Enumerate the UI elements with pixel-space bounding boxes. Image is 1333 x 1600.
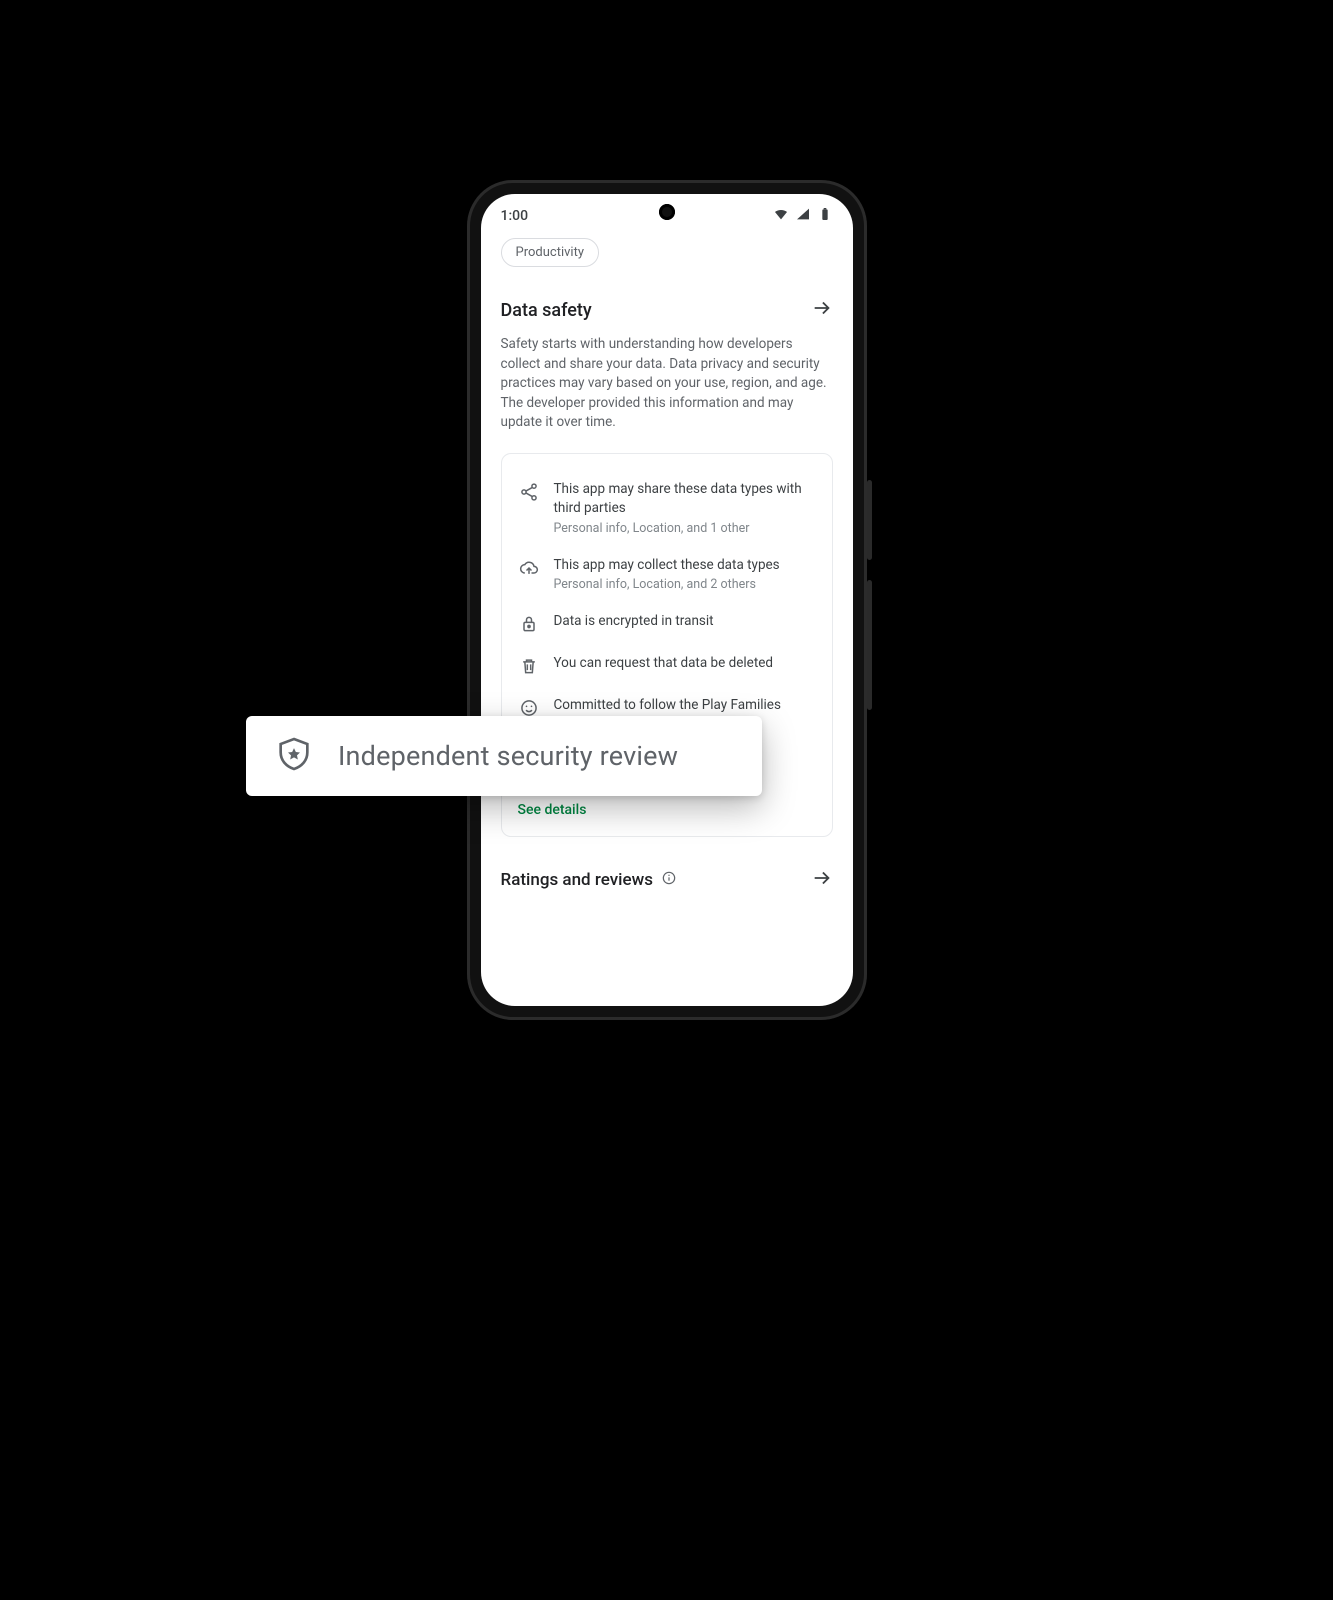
info-icon[interactable] [661, 870, 677, 890]
cloud-upload-icon [518, 556, 540, 578]
data-safety-body: Safety starts with understanding how dev… [501, 335, 833, 433]
safety-row-collect: This app may collect these data types Pe… [518, 546, 816, 603]
camera-punch-hole [659, 204, 675, 220]
safety-row-title: This app may collect these data types [554, 556, 816, 575]
safety-row-delete: You can request that data be deleted [518, 644, 816, 686]
safety-row-title: Data is encrypted in transit [554, 612, 816, 631]
safety-row-title: This app may share these data types with… [554, 480, 816, 518]
arrow-right-icon[interactable] [811, 867, 833, 893]
phone-frame: 1:00 Productivity [467, 180, 867, 1020]
category-chip-row: Productivity [481, 232, 853, 279]
data-safety-title: Data safety [501, 300, 592, 321]
safety-row-share: This app may share these data types with… [518, 470, 816, 546]
ratings-section[interactable]: Ratings and reviews [481, 837, 853, 913]
trash-icon [518, 654, 540, 676]
category-chip-productivity[interactable]: Productivity [501, 238, 599, 267]
status-time: 1:00 [501, 208, 529, 224]
safety-row-title: You can request that data be deleted [554, 654, 816, 673]
phone-screen: 1:00 Productivity [481, 194, 853, 1006]
see-details-link[interactable]: See details [518, 802, 816, 818]
safety-row-sub: Personal info, Location, and 1 other [554, 521, 816, 536]
ratings-title: Ratings and reviews [501, 870, 653, 890]
lock-icon [518, 612, 540, 634]
callout-label: Independent security review [338, 740, 678, 772]
signal-icon [795, 206, 811, 226]
shield-star-icon [274, 734, 314, 778]
share-icon [518, 480, 540, 502]
wifi-icon [773, 206, 789, 226]
arrow-right-icon[interactable] [811, 297, 833, 323]
data-safety-section: Data safety Safety starts with understan… [481, 279, 853, 433]
battery-icon [817, 206, 833, 226]
safety-row-encrypted: Data is encrypted in transit [518, 602, 816, 644]
safety-row-sub: Personal info, Location, and 2 others [554, 577, 816, 592]
independent-security-review-callout: Independent security review [246, 716, 762, 796]
